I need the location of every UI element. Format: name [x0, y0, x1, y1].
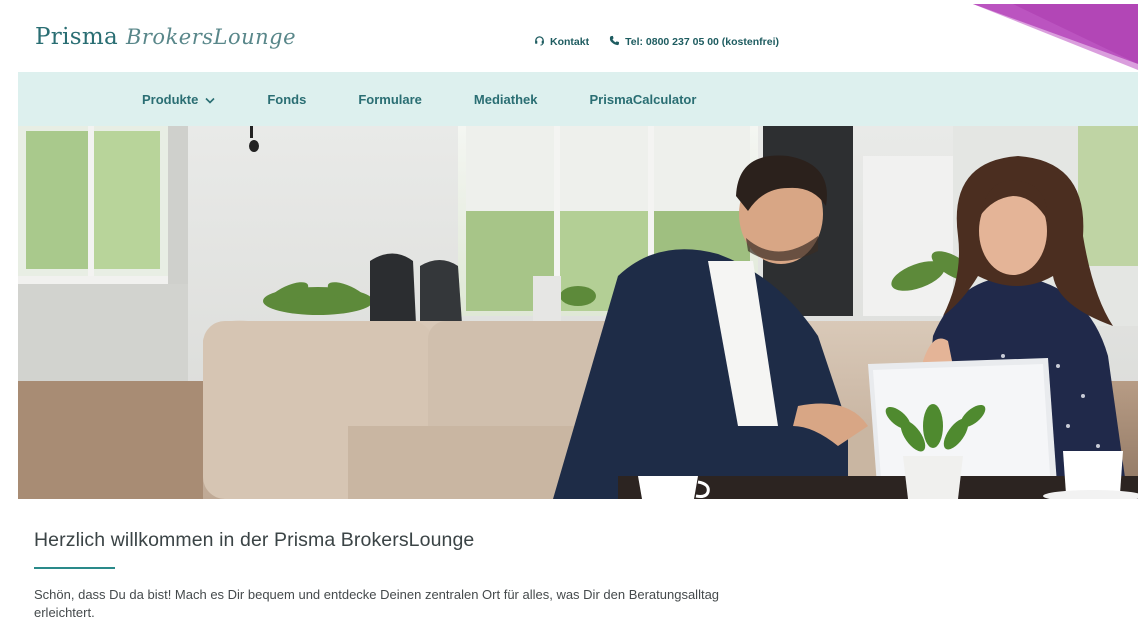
site-header: Prisma BrokersLounge Kontakt Tel: 0800 2… [18, 4, 1138, 72]
nav-item-label: Mediathek [473, 91, 538, 107]
phone-icon [609, 35, 625, 49]
intro-text: Schön, dass Du da bist! Mach es Dir bequ… [34, 587, 720, 620]
welcome-section: Herzlich willkommen in der Prisma Broker… [34, 529, 794, 622]
main-navigation: Produkte Fonds Formulare Mediathek Prism… [18, 72, 1138, 126]
nav-item-fonds[interactable]: Fonds [267, 92, 306, 107]
nav-item-label: PrismaCalculator [589, 91, 697, 107]
chevron-down-icon [198, 92, 215, 107]
headset-icon [534, 35, 550, 49]
nav-item-prismacalculator[interactable]: PrismaCalculator [590, 92, 697, 107]
page: Prisma BrokersLounge Kontakt Tel: 0800 2… [18, 4, 1138, 641]
logo-text-script: BrokersLounge [125, 25, 297, 49]
nav-item-formulare[interactable]: Formulare [358, 92, 422, 107]
nav-item-mediathek[interactable]: Mediathek [474, 92, 538, 107]
page-title: Herzlich willkommen in der Prisma Broker… [34, 529, 475, 551]
hero-photo-illustration [18, 126, 1138, 499]
contact-label: Kontakt [550, 36, 590, 48]
nav-item-label: Produkte [142, 91, 199, 107]
contact-link[interactable]: Kontakt [534, 35, 589, 49]
nav-list: Produkte Fonds Formulare Mediathek Prism… [142, 72, 696, 126]
logo-text-main: Prisma [35, 24, 118, 50]
nav-item-produkte[interactable]: Produkte [142, 92, 215, 107]
nav-item-label: Formulare [358, 91, 422, 107]
phone-label: Tel: 0800 237 05 00 (kostenfrei) [625, 36, 779, 48]
hero-image [18, 126, 1138, 499]
phone-link[interactable]: Tel: 0800 237 05 00 (kostenfrei) [609, 35, 779, 49]
decorative-corner-shape [973, 4, 1138, 70]
nav-item-label: Fonds [267, 91, 307, 107]
brand-logo[interactable]: Prisma BrokersLounge [35, 24, 296, 50]
header-contact: Kontakt Tel: 0800 237 05 00 (kostenfrei) [534, 35, 779, 49]
title-underline [34, 567, 115, 569]
